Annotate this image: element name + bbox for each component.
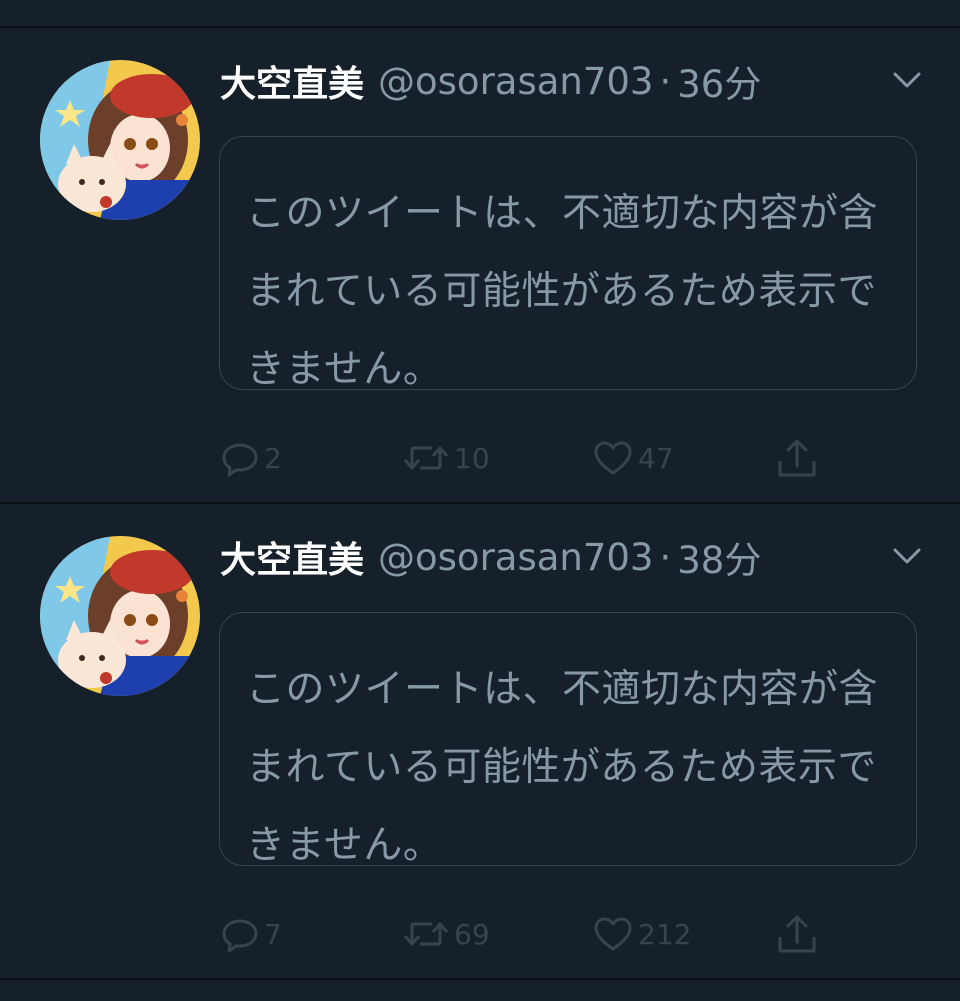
like-button[interactable]: 212: [592, 912, 691, 956]
reply-count: 2: [264, 441, 282, 475]
author-name[interactable]: 大空直美: [220, 531, 364, 583]
share-icon: [776, 437, 818, 479]
share-button[interactable]: [776, 912, 818, 956]
retweet-button[interactable]: 69: [402, 912, 490, 956]
timestamp[interactable]: 36分: [677, 54, 761, 108]
retweet-button[interactable]: 10: [402, 436, 490, 480]
like-count: 212: [638, 917, 692, 951]
heart-icon: [592, 914, 634, 954]
tweet[interactable]: 大空直美 @osorasan703 · 36分 このツイートは、不適切な内容が含…: [0, 28, 960, 502]
share-icon: [776, 913, 818, 955]
reply-button[interactable]: 7: [220, 912, 282, 956]
like-count: 47: [638, 441, 674, 475]
reply-count: 7: [264, 917, 282, 951]
retweet-count: 10: [454, 441, 490, 475]
avatar[interactable]: [40, 536, 200, 696]
withheld-notice-box: このツイートは、不適切な内容が含まれている可能性があるため表示できません。: [219, 612, 917, 868]
previous-tweet-edge: [0, 0, 960, 26]
separator-dot: ·: [659, 535, 672, 579]
withheld-notice-text: このツイートは、不適切な内容が含まれている可能性があるため表示できません。: [246, 191, 879, 392]
reply-icon: [220, 914, 260, 954]
retweet-icon: [402, 914, 450, 954]
timestamp[interactable]: 38分: [677, 530, 761, 584]
author-handle[interactable]: @osorasan703: [378, 60, 653, 103]
author-name[interactable]: 大空直美: [220, 55, 364, 107]
avatar[interactable]: [40, 60, 200, 220]
withheld-notice-box: このツイートは、不適切な内容が含まれている可能性があるため表示できません。: [219, 136, 917, 392]
reply-button[interactable]: 2: [220, 436, 282, 480]
action-bar: 2 10 47: [220, 436, 920, 480]
retweet-count: 69: [454, 917, 490, 951]
retweet-icon: [402, 438, 450, 478]
chevron-down-icon[interactable]: [890, 66, 924, 94]
tweet-header: 大空直美 @osorasan703 · 38分: [220, 530, 761, 584]
chevron-down-icon[interactable]: [890, 542, 924, 570]
share-button[interactable]: [776, 436, 818, 480]
author-handle[interactable]: @osorasan703: [378, 536, 653, 579]
divider: [0, 978, 960, 980]
tweet[interactable]: 大空直美 @osorasan703 · 38分 このツイートは、不適切な内容が含…: [0, 504, 960, 978]
separator-dot: ·: [659, 59, 672, 103]
like-button[interactable]: 47: [592, 436, 674, 480]
action-bar: 7 69 212: [220, 912, 920, 956]
tweet-header: 大空直美 @osorasan703 · 36分: [220, 54, 761, 108]
reply-icon: [220, 438, 260, 478]
heart-icon: [592, 438, 634, 478]
withheld-notice-text: このツイートは、不適切な内容が含まれている可能性があるため表示できません。: [246, 667, 879, 868]
